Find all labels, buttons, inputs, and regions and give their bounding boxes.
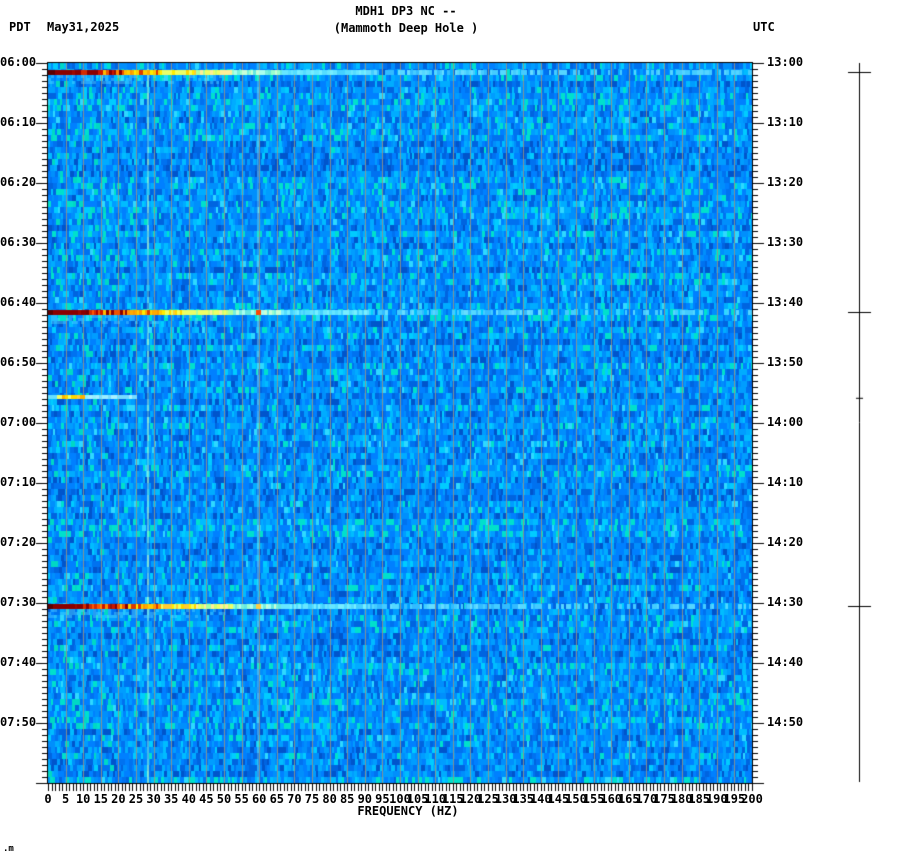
freq-tick-label: 55 (234, 792, 249, 806)
station-subtitle: (Mammoth Deep Hole ) (333, 21, 479, 35)
pdt-time-label: 06:00 (0, 55, 37, 69)
pdt-time-label: 06:10 (0, 115, 37, 129)
freq-tick-label: 0 (44, 792, 52, 806)
utc-time-label: 14:30 (767, 595, 804, 609)
pdt-time-label: 07:20 (0, 535, 37, 549)
freq-tick-label: 65 (269, 792, 285, 806)
freq-tick-label: 20 (111, 792, 126, 806)
freq-tick-label: 40 (181, 792, 197, 806)
pdt-time-label: 06:50 (0, 355, 37, 369)
station-title: MDH1 DP3 NC -- (355, 4, 457, 18)
pdt-time-label: 07:30 (0, 595, 37, 609)
freq-tick-label: 45 (199, 792, 214, 806)
freq-tick-label: 75 (304, 792, 320, 806)
freq-tick-label: 35 (163, 792, 179, 806)
pdt-time-label: 06:20 (0, 175, 37, 189)
utc-time-label: 14:10 (767, 475, 804, 489)
utc-time-label: 13:50 (767, 355, 804, 369)
freq-tick-label: 30 (146, 792, 161, 806)
utc-time-label: 14:00 (767, 415, 804, 429)
utc-time-label: 14:20 (767, 535, 804, 549)
utc-time-label: 13:10 (767, 115, 804, 129)
pdt-time-label: 06:40 (0, 295, 37, 309)
corner-note: .m (3, 844, 14, 854)
freq-tick-label: 80 (322, 792, 337, 806)
spectrogram-page: PDT May31,2025 MDH1 DP3 NC -- (Mammoth D… (0, 0, 902, 864)
timezone-left-label: PDT (9, 20, 31, 34)
utc-time-label: 13:30 (767, 235, 804, 249)
pdt-time-label: 07:10 (0, 475, 37, 489)
date-label: May31,2025 (47, 20, 120, 34)
freq-tick-label: 60 (251, 792, 267, 806)
freq-tick-label: 10 (75, 792, 91, 806)
utc-time-label: 13:00 (767, 55, 804, 69)
utc-time-label: 13:40 (767, 295, 804, 309)
pdt-time-label: 07:40 (0, 655, 37, 669)
pdt-time-label: 06:30 (0, 235, 37, 249)
freq-tick-label: 15 (93, 792, 109, 806)
freq-tick-label: 200 (741, 792, 763, 806)
timezone-right-label: UTC (753, 20, 775, 34)
freq-tick-label: 70 (287, 792, 302, 806)
freq-tick-label: 85 (339, 792, 355, 806)
spectrogram-canvas (0, 0, 902, 864)
freq-tick-label: 50 (216, 792, 232, 806)
freq-tick-label: 25 (128, 792, 144, 806)
plot-title-block: MDH1 DP3 NC -- (Mammoth Deep Hole ) (334, 3, 479, 37)
utc-time-label: 13:20 (767, 175, 804, 189)
utc-time-label: 14:40 (767, 655, 804, 669)
frequency-axis-title: FREQUENCY (HZ) (357, 804, 459, 818)
pdt-time-label: 07:50 (0, 715, 37, 729)
utc-time-label: 14:50 (767, 715, 804, 729)
freq-tick-label: 5 (61, 792, 70, 806)
pdt-time-label: 07:00 (0, 415, 37, 429)
